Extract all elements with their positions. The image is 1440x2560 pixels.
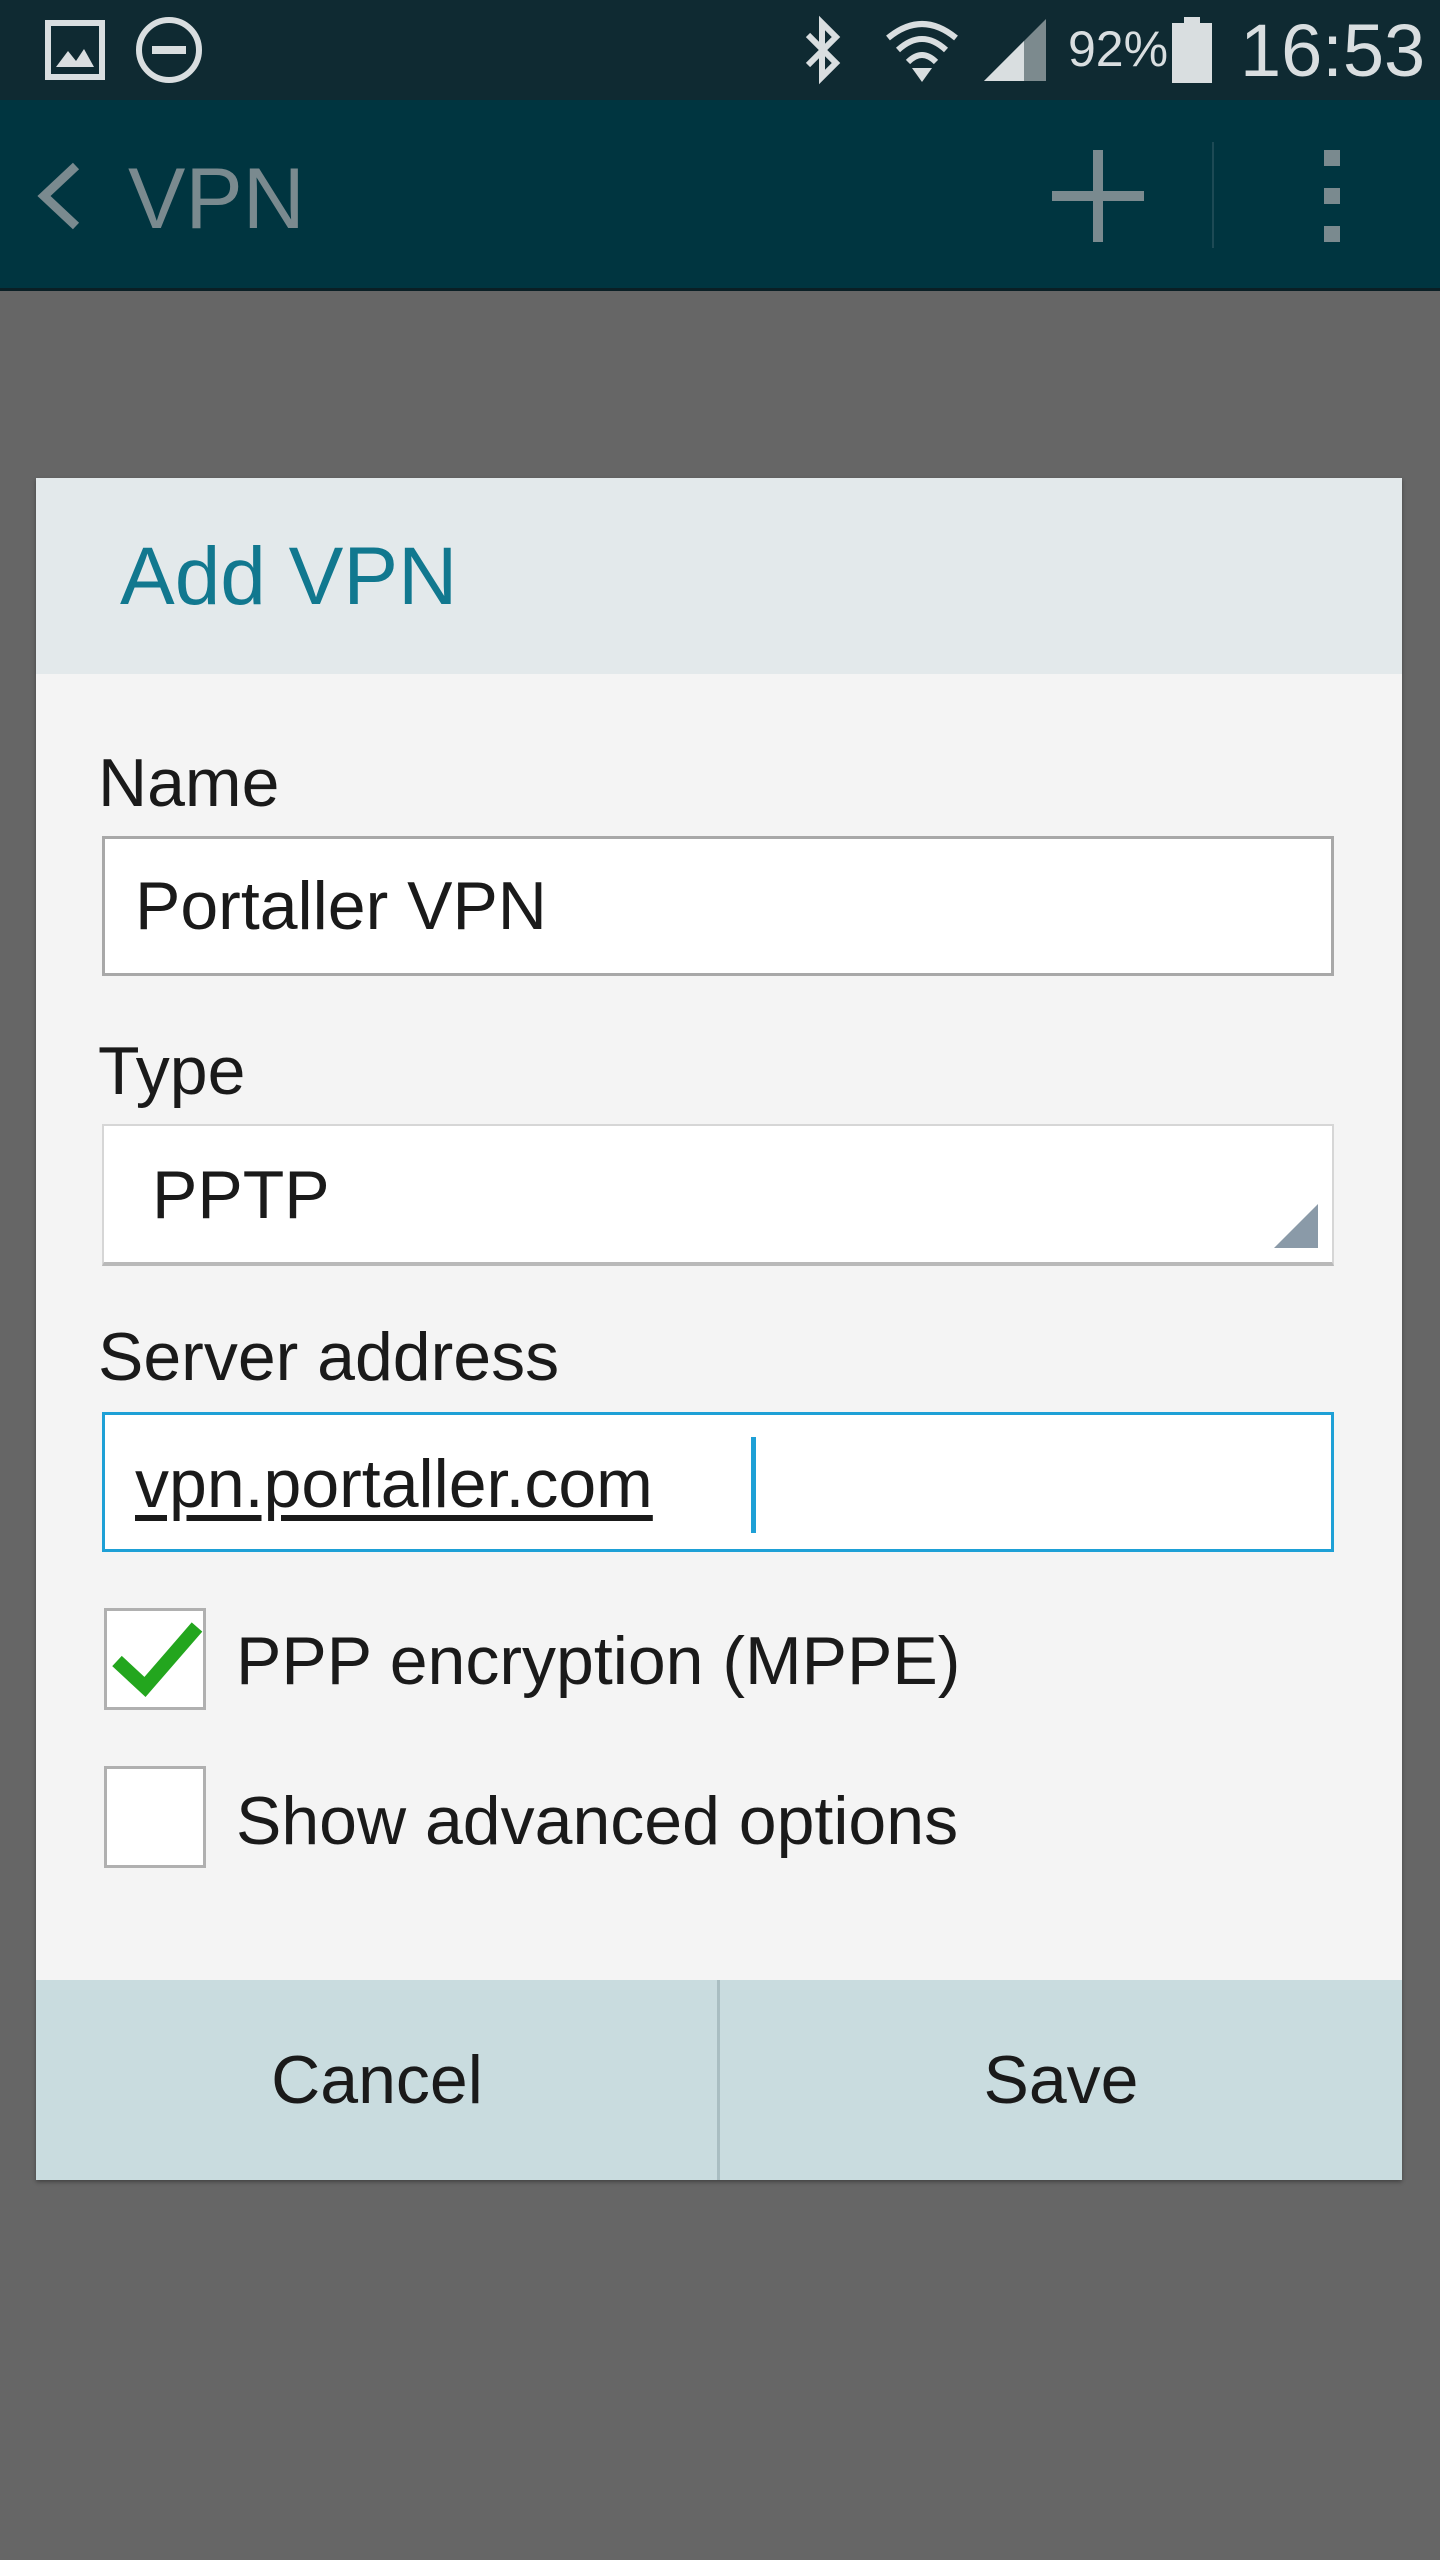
name-label: Name [98, 745, 280, 821]
action-divider [1212, 142, 1214, 248]
more-options-icon[interactable] [1302, 146, 1362, 246]
wifi-icon [882, 0, 962, 100]
cancel-button[interactable]: Cancel [36, 1980, 718, 2180]
gallery-icon [44, 0, 106, 100]
dialog-footer: Cancel Save [36, 1980, 1402, 2180]
server-address-value: vpn.portaller.com [135, 1446, 653, 1522]
add-icon[interactable] [1048, 146, 1148, 246]
back-icon[interactable] [30, 156, 90, 236]
text-caret [751, 1437, 756, 1533]
server-address-input[interactable]: vpn.portaller.com [102, 1412, 1334, 1552]
checkmark-icon [111, 1617, 203, 1708]
page-title: VPN [128, 151, 305, 247]
battery-percent: 92% [1068, 21, 1169, 77]
ppp-encryption-checkbox[interactable] [104, 1608, 206, 1710]
battery-icon [1170, 0, 1214, 100]
signal-icon [980, 0, 1050, 100]
advanced-options-checkbox[interactable] [104, 1766, 206, 1868]
action-bar: VPN [0, 100, 1440, 291]
add-vpn-dialog: Add VPN Name Type PPTP Server address vp… [36, 478, 1402, 2180]
type-select[interactable]: PPTP [102, 1124, 1334, 1266]
dialog-header: Add VPN [36, 478, 1402, 674]
bluetooth-icon [800, 0, 846, 100]
ppp-encryption-label[interactable]: PPP encryption (MPPE) [236, 1622, 960, 1700]
save-button[interactable]: Save [720, 1980, 1402, 2180]
type-label: Type [98, 1033, 246, 1109]
dropdown-arrow-icon [1274, 1204, 1318, 1248]
clock: 16:53 [1240, 9, 1426, 92]
type-select-value: PPTP [152, 1157, 330, 1233]
server-address-label: Server address [98, 1319, 560, 1395]
do-not-disturb-icon [134, 0, 204, 100]
advanced-options-label[interactable]: Show advanced options [236, 1782, 958, 1860]
dialog-title: Add VPN [120, 531, 458, 622]
name-input[interactable] [102, 836, 1334, 976]
status-bar: 92% 16:53 [0, 0, 1440, 100]
